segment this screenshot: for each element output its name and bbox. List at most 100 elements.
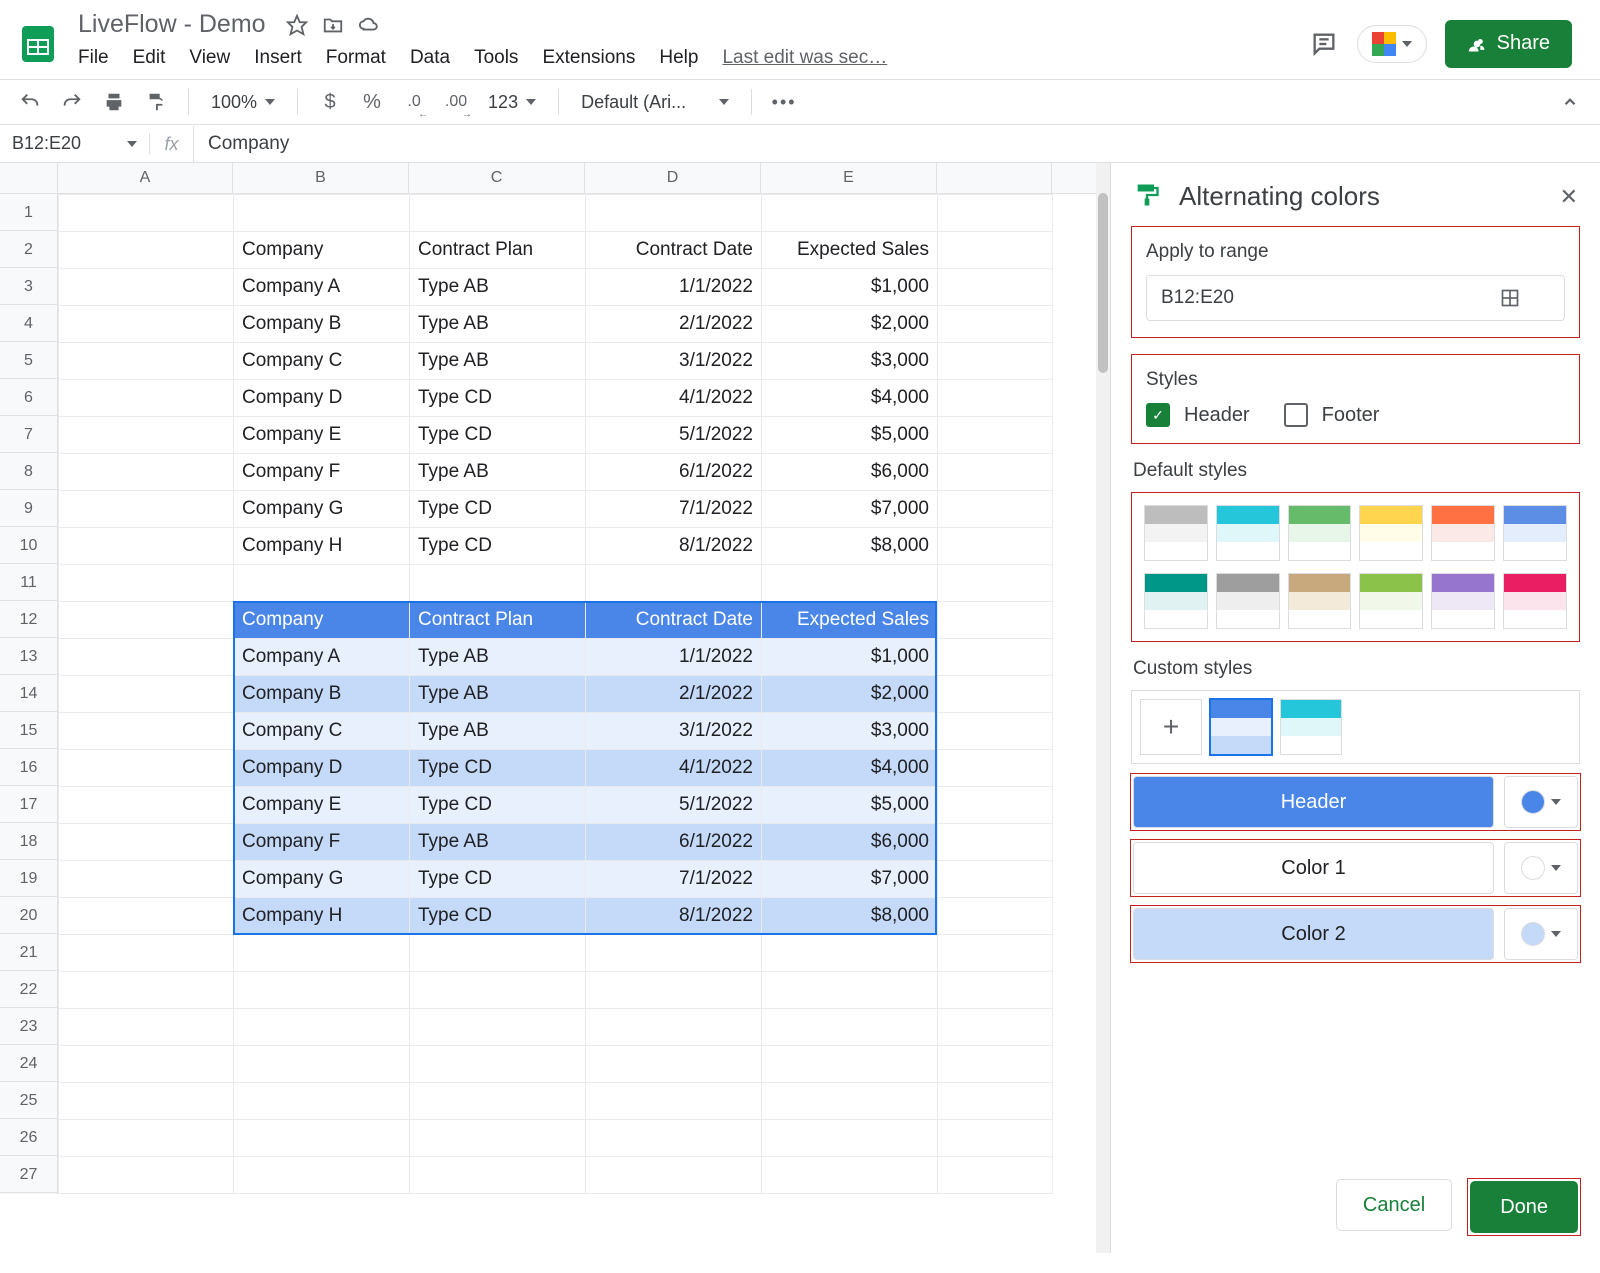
cell[interactable]: $7,000 xyxy=(762,491,938,528)
cell[interactable] xyxy=(938,1009,1053,1046)
style-swatch[interactable] xyxy=(1216,573,1280,629)
style-swatch[interactable] xyxy=(1431,505,1495,561)
cell[interactable]: Type CD xyxy=(410,861,586,898)
row-header[interactable]: 20 xyxy=(0,897,57,934)
cell[interactable]: 7/1/2022 xyxy=(586,491,762,528)
cell[interactable]: $8,000 xyxy=(762,898,938,935)
cell[interactable] xyxy=(59,491,234,528)
cell[interactable] xyxy=(410,1083,586,1120)
cell[interactable]: Company F xyxy=(234,454,410,491)
cell[interactable]: Company B xyxy=(234,306,410,343)
cell[interactable] xyxy=(59,306,234,343)
style-swatch[interactable] xyxy=(1359,573,1423,629)
name-box[interactable]: B12:E20 xyxy=(0,133,150,154)
menu-file[interactable]: File xyxy=(78,47,109,69)
range-input[interactable]: B12:E20 xyxy=(1146,275,1565,321)
cell[interactable]: 5/1/2022 xyxy=(586,787,762,824)
done-button[interactable]: Done xyxy=(1470,1181,1578,1233)
cell[interactable] xyxy=(59,713,234,750)
row-header[interactable]: 27 xyxy=(0,1156,57,1193)
cell[interactable] xyxy=(762,195,938,232)
style-swatch[interactable] xyxy=(1144,573,1208,629)
cell[interactable]: $6,000 xyxy=(762,454,938,491)
cell[interactable] xyxy=(938,935,1053,972)
cell[interactable] xyxy=(938,343,1053,380)
cell[interactable] xyxy=(938,676,1053,713)
col-header[interactable]: A xyxy=(58,163,233,193)
cell[interactable]: 2/1/2022 xyxy=(586,306,762,343)
cell[interactable]: Type CD xyxy=(410,417,586,454)
comments-icon[interactable] xyxy=(1309,29,1339,59)
row-header[interactable]: 13 xyxy=(0,638,57,675)
cell[interactable] xyxy=(586,195,762,232)
star-icon[interactable] xyxy=(286,14,308,36)
move-icon[interactable] xyxy=(322,14,344,36)
menu-tools[interactable]: Tools xyxy=(474,47,518,69)
cell[interactable] xyxy=(234,1120,410,1157)
cell[interactable]: Company A xyxy=(234,639,410,676)
cell[interactable] xyxy=(586,972,762,1009)
col-header[interactable]: C xyxy=(409,163,585,193)
cell[interactable]: Company G xyxy=(234,861,410,898)
col-header[interactable]: B xyxy=(233,163,409,193)
cell[interactable]: Company E xyxy=(234,417,410,454)
cell[interactable] xyxy=(59,195,234,232)
menu-extensions[interactable]: Extensions xyxy=(542,47,635,69)
cell[interactable] xyxy=(59,1157,234,1194)
style-swatch[interactable] xyxy=(1144,505,1208,561)
redo-button[interactable] xyxy=(56,86,88,118)
cell[interactable] xyxy=(410,565,586,602)
cell[interactable]: Type CD xyxy=(410,750,586,787)
cell[interactable] xyxy=(59,972,234,1009)
cell[interactable]: Type CD xyxy=(410,380,586,417)
cell[interactable] xyxy=(938,602,1053,639)
cell[interactable] xyxy=(59,898,234,935)
row-header[interactable]: 3 xyxy=(0,268,57,305)
col-header[interactable] xyxy=(937,163,1052,193)
cell[interactable] xyxy=(586,1120,762,1157)
cell[interactable]: Company G xyxy=(234,491,410,528)
cell[interactable] xyxy=(234,1083,410,1120)
cell[interactable] xyxy=(59,861,234,898)
style-swatch[interactable] xyxy=(1503,505,1567,561)
cell[interactable] xyxy=(59,787,234,824)
cell[interactable] xyxy=(59,269,234,306)
cell[interactable] xyxy=(762,972,938,1009)
undo-button[interactable] xyxy=(14,86,46,118)
cell[interactable] xyxy=(938,306,1053,343)
vertical-scrollbar[interactable] xyxy=(1096,163,1110,1253)
cell[interactable] xyxy=(938,639,1053,676)
cell[interactable] xyxy=(938,269,1053,306)
cell[interactable] xyxy=(59,454,234,491)
cell[interactable]: 8/1/2022 xyxy=(586,898,762,935)
cell[interactable] xyxy=(938,787,1053,824)
add-custom-style-button[interactable]: + xyxy=(1140,699,1202,755)
cell[interactable]: Type AB xyxy=(410,343,586,380)
cell[interactable]: Type AB xyxy=(410,269,586,306)
cell[interactable]: 1/1/2022 xyxy=(586,269,762,306)
share-button[interactable]: Share xyxy=(1445,20,1572,68)
cell[interactable]: 1/1/2022 xyxy=(586,639,762,676)
color1-picker[interactable] xyxy=(1504,842,1578,894)
cell[interactable] xyxy=(938,861,1053,898)
cell[interactable]: $1,000 xyxy=(762,639,938,676)
row-header[interactable]: 21 xyxy=(0,934,57,971)
cell[interactable] xyxy=(410,1009,586,1046)
cell[interactable]: Company E xyxy=(234,787,410,824)
cell[interactable] xyxy=(234,935,410,972)
cell[interactable] xyxy=(938,454,1053,491)
cell[interactable] xyxy=(762,1009,938,1046)
footer-checkbox[interactable] xyxy=(1284,403,1308,427)
sheets-logo[interactable] xyxy=(16,22,60,66)
cell[interactable]: Type AB xyxy=(410,454,586,491)
cell[interactable]: $4,000 xyxy=(762,750,938,787)
row-header[interactable]: 12 xyxy=(0,601,57,638)
cell[interactable]: Company H xyxy=(234,528,410,565)
cell[interactable]: 4/1/2022 xyxy=(586,380,762,417)
cell[interactable]: $1,000 xyxy=(762,269,938,306)
cell[interactable] xyxy=(938,972,1053,1009)
cell[interactable]: $3,000 xyxy=(762,343,938,380)
cell[interactable] xyxy=(938,232,1053,269)
number-format-select[interactable]: 123 xyxy=(482,92,542,113)
cell[interactable]: Company D xyxy=(234,380,410,417)
